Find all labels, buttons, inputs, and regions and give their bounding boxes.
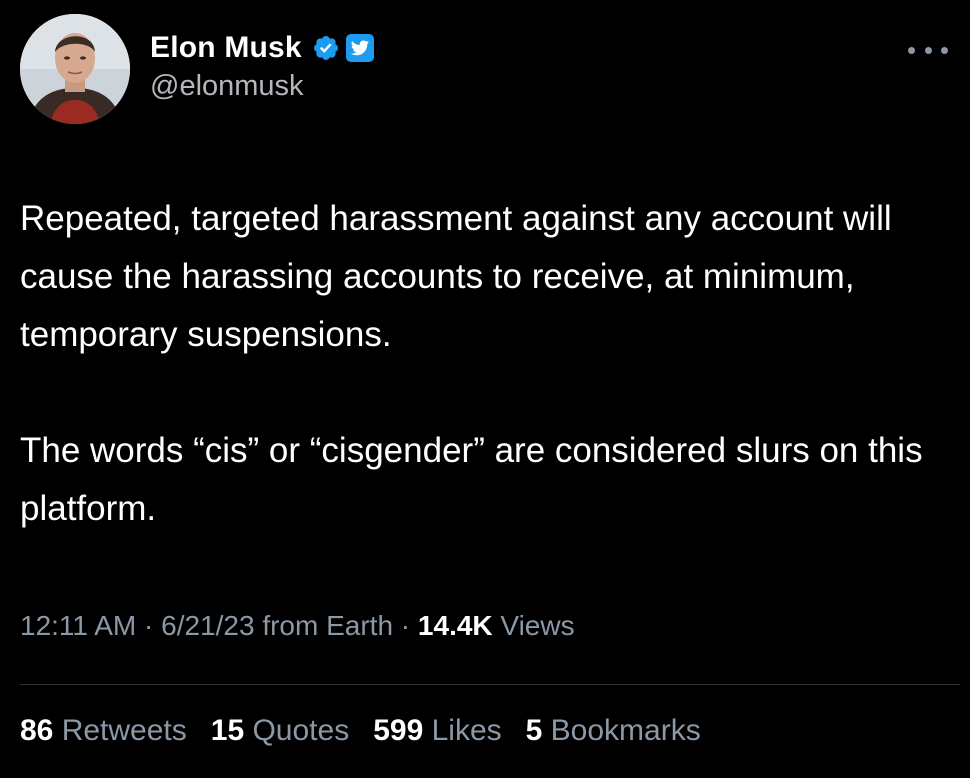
tweet-meta: 12:11 AM · 6/21/23 from Earth · 14.4K Vi…: [20, 610, 575, 642]
retweets-label: Retweets: [53, 714, 187, 747]
avatar-image: [20, 14, 130, 124]
engagement-stats: 86 Retweets 15 Quotes 599 Likes 5 Bookma…: [20, 714, 725, 748]
tweet-date[interactable]: 6/21/23: [161, 610, 254, 641]
quotes-count: 15: [210, 714, 245, 747]
retweets-count: 86: [20, 714, 54, 747]
ellipsis-icon: [941, 46, 948, 54]
tweet-text: Repeated, targeted harassment against an…: [20, 190, 950, 538]
likes-count: 599: [373, 714, 424, 747]
meta-separator: ·: [393, 610, 418, 641]
tweet-paragraph: Repeated, targeted harassment against an…: [20, 199, 902, 354]
ellipsis-icon: [908, 46, 915, 54]
bookmarks-stat[interactable]: 5 Bookmarks: [526, 714, 701, 748]
more-options-button[interactable]: [908, 40, 948, 60]
tweet-paragraph: The words “cis” or “cisgender” are consi…: [20, 431, 933, 528]
tweet-header: Elon Musk @elonmusk: [20, 14, 950, 126]
retweets-stat[interactable]: 86 Retweets: [20, 714, 187, 748]
verified-badge-icon[interactable]: [312, 34, 340, 62]
display-name[interactable]: Elon Musk: [150, 31, 302, 65]
ellipsis-icon: [924, 46, 932, 54]
likes-label: Likes: [423, 714, 502, 747]
handle[interactable]: @elonmusk: [150, 70, 374, 103]
divider: [20, 684, 960, 685]
quotes-stat[interactable]: 15 Quotes: [211, 714, 349, 748]
quotes-label: Quotes: [244, 714, 350, 747]
author-names: Elon Musk @elonmusk: [150, 30, 374, 103]
bookmarks-count: 5: [525, 714, 543, 747]
avatar[interactable]: [20, 14, 130, 124]
views-label: Views: [492, 610, 575, 641]
meta-separator: ·: [136, 610, 162, 641]
twitter-bird-icon: [345, 34, 374, 62]
tweet-source: from Earth: [254, 610, 394, 641]
display-name-row: Elon Musk: [150, 30, 374, 66]
tweet-time[interactable]: 12:11 AM: [20, 610, 136, 641]
views-count: 14.4K: [417, 610, 493, 641]
tweet-card: Elon Musk @elonmusk Repeated, targeted h…: [0, 0, 970, 778]
likes-stat[interactable]: 599 Likes: [373, 714, 501, 748]
bookmarks-label: Bookmarks: [542, 714, 701, 747]
